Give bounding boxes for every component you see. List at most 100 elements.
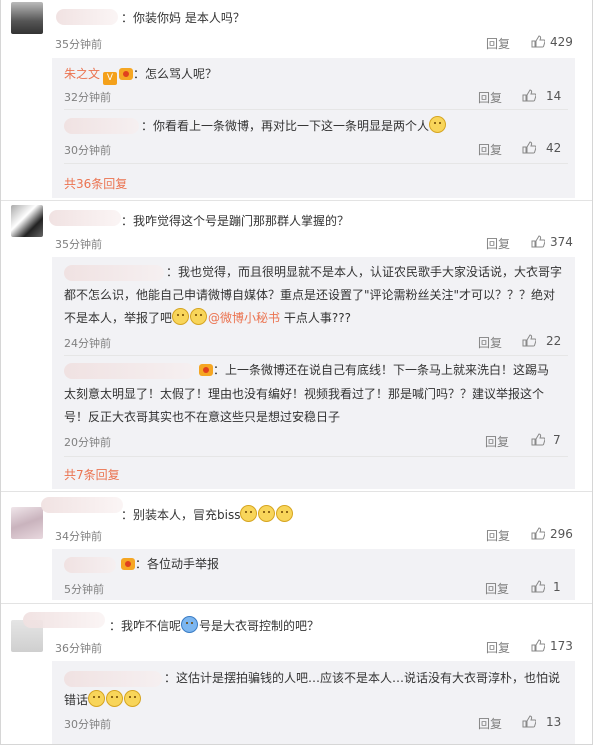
reply-button[interactable]: 回复 xyxy=(486,35,510,52)
like-count: 374 xyxy=(550,235,573,249)
reply-button[interactable]: 回复 xyxy=(486,527,510,544)
like-count: 1 xyxy=(553,580,561,594)
comment-text: ：别装本人，冒充biss xyxy=(121,505,294,523)
thumbs-up-icon[interactable] xyxy=(522,334,536,347)
member-crown-icon xyxy=(199,364,213,376)
reply-text: 不是本人，举报了吧 xyxy=(64,311,173,325)
member-crown-icon xyxy=(119,68,134,80)
vip-badge-icon: V xyxy=(103,72,118,85)
like-count: 7 xyxy=(553,433,561,447)
divider xyxy=(64,355,568,356)
thumbs-up-icon[interactable] xyxy=(531,527,545,540)
comment-list: ：你装你妈 是本人吗？ 35分钟前 回复 429 朱之文 V ：怎么骂人呢？ 32分… xyxy=(0,0,593,745)
reply-button[interactable]: 回复 xyxy=(485,433,509,450)
sub-reply: ：你看看上一条微博，再对比一下这一条明显是两个人 xyxy=(141,116,447,137)
reply-time: 20分钟前 xyxy=(64,436,111,449)
sub-reply-line: 错话 xyxy=(64,690,142,711)
blurred-username[interactable] xyxy=(64,671,162,687)
more-replies-link[interactable]: 共36条回复 xyxy=(64,175,127,192)
smiley-emoji xyxy=(276,505,294,522)
sweat-emoji xyxy=(429,116,447,133)
blurred-username[interactable] xyxy=(64,363,194,379)
like-count: 13 xyxy=(546,715,562,729)
sub-reply-line: 号！反正大衣哥其实也不在意这些只是想过安稳日子 xyxy=(64,410,341,424)
reply-button[interactable]: 回复 xyxy=(478,715,502,732)
avatar[interactable] xyxy=(11,2,43,34)
avatar[interactable] xyxy=(11,205,43,237)
reply-button[interactable]: 回复 xyxy=(485,580,509,597)
blurred-username[interactable] xyxy=(56,9,118,25)
comment-body: ：我咋不信呢 xyxy=(109,619,182,633)
comment-text: ：我咋觉得这个号是蹦门那那群人掌握的？ xyxy=(121,214,350,228)
thumbs-up-icon[interactable] xyxy=(531,580,545,593)
like-count: 173 xyxy=(550,639,573,653)
reply-text: 错话 xyxy=(64,693,89,707)
divider xyxy=(1,491,592,492)
avatar[interactable] xyxy=(11,507,43,539)
thumbs-up-icon[interactable] xyxy=(531,639,545,652)
like-count: 14 xyxy=(546,89,562,103)
comment-time: 35分钟前 xyxy=(55,38,102,51)
member-crown-icon xyxy=(121,558,135,570)
comment-time: 36分钟前 xyxy=(55,642,102,655)
comment-time: 34分钟前 xyxy=(55,530,102,543)
like-count: 296 xyxy=(550,527,573,541)
divider xyxy=(1,200,592,201)
reply-text: ：你看看上一条微博，再对比一下这一条明显是两个人 xyxy=(141,119,430,133)
blurred-username[interactable] xyxy=(49,210,121,226)
smiley-emoji xyxy=(258,505,276,522)
sub-reply-line: 都不怎么识，他能自己申请微博自媒体？重点是还设置了"评论需粉丝关注"才可以？？？… xyxy=(64,288,556,302)
thumbs-up-icon[interactable] xyxy=(522,89,536,102)
blurred-username[interactable] xyxy=(41,497,123,513)
thumbs-up-icon[interactable] xyxy=(531,35,545,48)
divider xyxy=(64,456,568,457)
reply-button[interactable]: 回复 xyxy=(478,141,502,158)
smiley-emoji xyxy=(88,690,106,707)
reply-text: ：上一条微博还在说自己有底线！下一条马上就来洗白！这踢马 xyxy=(213,363,550,377)
thumbs-up-icon[interactable] xyxy=(522,715,536,728)
comment-text: ：你装你妈 是本人吗？ xyxy=(121,11,245,25)
sub-reply-line: ：这估计是摆拍骗钱的人吧…应该不是本人…说话没有大衣哥淳朴，也怕说 xyxy=(164,671,561,685)
more-replies-link[interactable]: 共7条回复 xyxy=(64,466,120,483)
smiley-emoji xyxy=(190,308,208,325)
blurred-username[interactable] xyxy=(64,557,116,573)
thumbs-up-icon[interactable] xyxy=(531,433,545,446)
sub-reply: 朱之文 V ：怎么骂人呢？ xyxy=(64,64,217,85)
mention-link[interactable]: @微博小秘书 xyxy=(208,311,280,325)
divider xyxy=(1,603,592,604)
smiley-emoji xyxy=(240,505,258,522)
smiley-emoji xyxy=(124,690,142,707)
smiley-emoji xyxy=(106,690,124,707)
comment-time: 35分钟前 xyxy=(55,238,102,251)
smiley-emoji xyxy=(172,308,190,325)
reply-button[interactable]: 回复 xyxy=(478,334,502,351)
reply-text: ：怎么骂人呢？ xyxy=(133,67,218,81)
sub-reply-line: 太刻意太明显了！太假了！理由也没有编好！视频我看过了！那是喊门吗？？建议举报这个 xyxy=(64,387,545,401)
reply-text: 干点人事??? xyxy=(280,311,351,325)
blurred-username[interactable] xyxy=(64,118,139,134)
reply-time: 30分钟前 xyxy=(64,718,111,731)
divider xyxy=(64,163,568,164)
thumbs-up-icon[interactable] xyxy=(531,235,545,248)
reply-button[interactable]: 回复 xyxy=(486,235,510,252)
blurred-username[interactable] xyxy=(23,612,105,628)
reply-time: 30分钟前 xyxy=(64,144,111,157)
sub-reply-line: ：上一条微博还在说自己有底线！下一条马上就来洗白！这踢马 xyxy=(197,360,549,381)
comment-body: ：别装本人，冒充biss xyxy=(121,508,241,522)
reply-button[interactable]: 回复 xyxy=(486,639,510,656)
reply-username[interactable]: 朱之文 xyxy=(64,67,100,81)
reply-time: 5分钟前 xyxy=(64,583,104,596)
divider xyxy=(64,109,568,110)
reply-time: 32分钟前 xyxy=(64,91,111,104)
sub-reply: ：各位动手举报 xyxy=(119,554,219,575)
thumbs-up-icon[interactable] xyxy=(522,141,536,154)
emoji xyxy=(181,616,199,633)
comment-body: 号是大衣哥控制的吧？ xyxy=(199,619,320,633)
like-count: 42 xyxy=(546,141,562,155)
blurred-username[interactable] xyxy=(64,265,164,281)
reply-text: ：各位动手举报 xyxy=(135,557,220,571)
like-count: 429 xyxy=(550,35,573,49)
reply-time: 24分钟前 xyxy=(64,337,111,350)
sub-reply-line: 不是本人，举报了吧 @微博小秘书 干点人事??? xyxy=(64,308,351,329)
reply-button[interactable]: 回复 xyxy=(478,89,502,106)
